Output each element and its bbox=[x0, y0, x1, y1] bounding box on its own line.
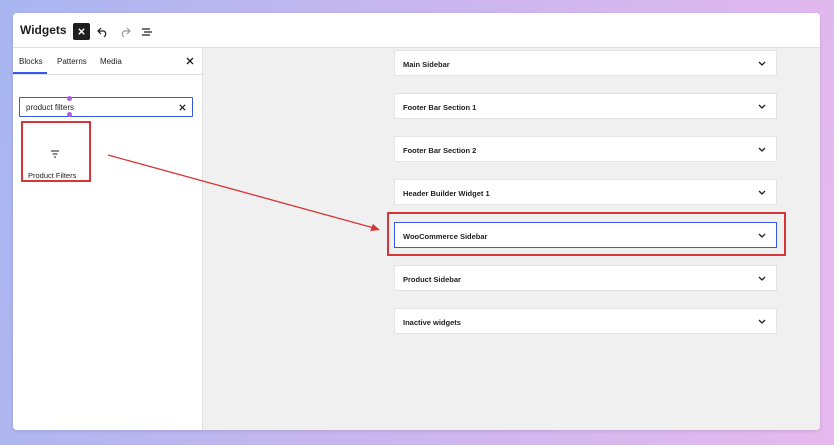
close-icon bbox=[78, 28, 85, 35]
chevron-down-icon[interactable] bbox=[757, 232, 767, 240]
chevron-down-icon[interactable] bbox=[757, 146, 767, 154]
block-inserter-panel: Blocks Patterns Media product filters Pr… bbox=[13, 48, 203, 430]
undo-button[interactable] bbox=[94, 23, 111, 40]
selection-handle-start bbox=[67, 96, 72, 101]
top-toolbar: Widgets bbox=[13, 13, 820, 48]
selection-handle-end bbox=[67, 112, 72, 117]
page-title: Widgets bbox=[20, 23, 67, 37]
widget-area-inactive-widgets[interactable]: Inactive widgets bbox=[394, 308, 777, 334]
list-view-icon bbox=[141, 27, 152, 36]
tab-patterns[interactable]: Patterns bbox=[57, 57, 87, 66]
chevron-down-icon[interactable] bbox=[757, 275, 767, 283]
chevron-down-icon[interactable] bbox=[757, 60, 767, 68]
block-search-input[interactable]: product filters bbox=[19, 97, 193, 117]
list-view-button[interactable] bbox=[138, 23, 155, 40]
tab-blocks[interactable]: Blocks bbox=[19, 57, 43, 66]
widget-area-header-builder-widget-1[interactable]: Header Builder Widget 1 bbox=[394, 179, 777, 205]
search-input-value[interactable]: product filters bbox=[26, 103, 74, 112]
tab-media[interactable]: Media bbox=[100, 57, 122, 66]
block-result-label: Product Filters bbox=[28, 171, 77, 180]
undo-icon bbox=[96, 27, 106, 37]
widget-area-woocommerce-sidebar[interactable]: WooCommerce Sidebar bbox=[394, 222, 777, 248]
chevron-down-icon[interactable] bbox=[757, 189, 767, 197]
chevron-down-icon[interactable] bbox=[757, 103, 767, 111]
widget-area-main-sidebar[interactable]: Main Sidebar bbox=[394, 50, 777, 76]
close-icon[interactable] bbox=[185, 56, 195, 66]
widgets-editor-window: Widgets Blocks Patterns Media product fi… bbox=[13, 13, 820, 430]
widget-area-footer-bar-section-1[interactable]: Footer Bar Section 1 bbox=[394, 93, 777, 119]
block-result-product-filters[interactable]: Product Filters bbox=[22, 135, 88, 195]
redo-button[interactable] bbox=[116, 23, 133, 40]
inserter-tabs: Blocks Patterns Media bbox=[13, 48, 202, 75]
clear-search-icon[interactable] bbox=[178, 103, 187, 112]
redo-icon bbox=[121, 27, 131, 37]
active-tab-indicator bbox=[13, 72, 47, 74]
filter-icon bbox=[51, 150, 59, 158]
widget-area-footer-bar-section-2[interactable]: Footer Bar Section 2 bbox=[394, 136, 777, 162]
widget-area-product-sidebar[interactable]: Product Sidebar bbox=[394, 265, 777, 291]
widget-areas-canvas: Main Sidebar Footer Bar Section 1 Footer… bbox=[203, 48, 820, 430]
close-inserter-button[interactable] bbox=[73, 23, 90, 40]
chevron-down-icon[interactable] bbox=[757, 318, 767, 326]
